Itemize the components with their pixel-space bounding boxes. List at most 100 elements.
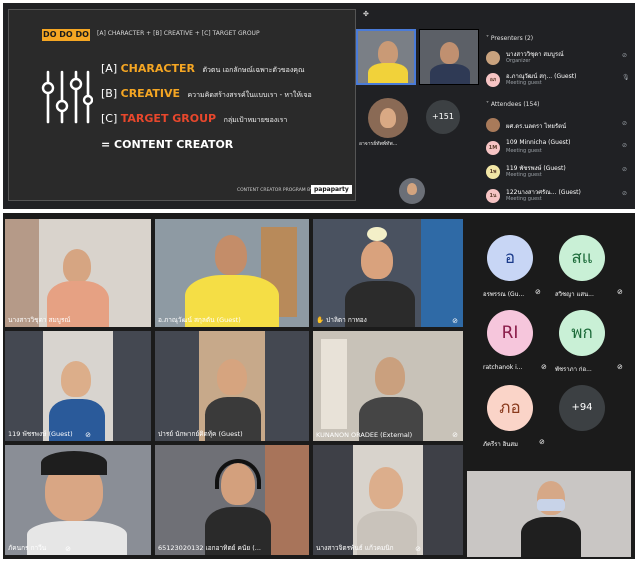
shared-slide: DO DO DO [A] CHARACTER + [B] CREATIVE + …: [8, 9, 356, 201]
avatar-initials: RI: [487, 310, 533, 356]
participant-name: ปารย์ นักพากย์คิดทุ้ค (Guest): [158, 430, 243, 438]
thumbnail-presenter-1[interactable]: [356, 29, 416, 85]
avatar-name: สวิชญา แสน...: [555, 291, 594, 298]
attendees-title: Attendees (154): [490, 101, 540, 108]
presenter-avatar: [486, 51, 500, 65]
thumbnail-presenter-2[interactable]: [419, 29, 479, 85]
attendee-name: ผศ.ดร.นลตรา ไทยรัตน์: [506, 123, 567, 130]
person-face: [369, 467, 403, 509]
avatar-name: ratchanok i...: [483, 364, 523, 371]
more-participants-top[interactable]: +151: [426, 100, 460, 134]
presenter-role: Meeting guest: [506, 80, 542, 86]
slide-footer: CONTENT CREATOR PROGRAM BY: [237, 188, 313, 193]
attendee-row-4[interactable]: 1น 122นางสาวศรัณ... (Guest) Meeting gues…: [486, 187, 634, 207]
mic-off-icon: ⊘: [415, 545, 421, 553]
avatar-tile-3[interactable]: RI ratchanok i... ⊘: [483, 310, 553, 380]
participant-name: 119 พัชรพงษ์ (Guest): [8, 430, 73, 438]
video-tile-4[interactable]: 119 พัชรพงษ์ (Guest) ⊘: [5, 331, 151, 441]
mic-off-icon: ⊘: [452, 431, 458, 439]
video-tile-5[interactable]: ปารย์ นักพากย์คิดทุ้ค (Guest): [155, 331, 309, 441]
avatar-tile-4[interactable]: พก พัชราภา ก่อ... ⊘: [555, 310, 631, 380]
video-tile-2[interactable]: อ.ภาณุวัฒน์ สกุลตัน (Guest): [155, 219, 309, 327]
video-tile-8[interactable]: 65123020132 เอกอาทิตย์ คนัย (...: [155, 445, 309, 555]
video-tile-7[interactable]: ภัคนกร กาวีน ⊘: [5, 445, 151, 555]
thumb-face: [380, 108, 396, 128]
attendee-role: Meeting guest: [506, 196, 542, 202]
attendee-row-1[interactable]: ผศ.ดร.นลตรา ไทยรัตน์ ⊘: [486, 118, 634, 136]
thumbnail-avatar-3-label: อาจารย์ทัพพ์ทัพ...: [359, 141, 398, 147]
tile-background-wall: [265, 445, 309, 555]
thumb-face: [407, 183, 417, 195]
attendee-row-2[interactable]: 1M 109 Minnicha (Guest) Meeting guest ⊘: [486, 139, 634, 159]
line-c-thai: กลุ่มเป้าหมายของเรา: [223, 116, 288, 124]
attendee-role: Meeting guest: [506, 148, 542, 154]
person-face: [375, 357, 405, 395]
line-c-word: TARGET GROUP: [120, 112, 217, 125]
line-c-key: [C]: [101, 112, 118, 125]
person-body: [521, 517, 581, 557]
avatar-initials: พก: [559, 310, 605, 356]
line-character: [A] CHARACTER ตัวตน เอกลักษณ์เฉพาะตัวของ…: [101, 62, 304, 76]
attendee-name: 109 Minnicha (Guest): [506, 139, 571, 146]
gallery-view: นางสาววิชุดา สมบูรณ์ อ.ภาณุวัฒน์ สกุลตัน…: [3, 213, 635, 559]
mic-off-icon: ⊘: [622, 166, 628, 173]
mic-off-icon: ⊘: [539, 438, 545, 446]
presenter-avatar: อภ: [486, 73, 500, 87]
mic-off-icon: ⊘: [85, 431, 91, 439]
mic-off-icon: ⊘: [452, 317, 458, 325]
avatar-tile-1[interactable]: อ อรพรรณ (Gu... ⊘: [483, 235, 553, 305]
line-creative: [B] CREATIVE ความคิดสร้างสรรค์ในแบบเรา -…: [101, 87, 312, 101]
avatar-tile-5[interactable]: ภอ ภัครีรา อินสม ⊘: [483, 385, 553, 455]
self-view-tile[interactable]: [467, 471, 631, 557]
attendee-avatar: 1น: [486, 189, 500, 203]
tile-background-curtain: [421, 219, 463, 327]
video-tile-6[interactable]: KUNANON ORADEE (External) ⊘: [313, 331, 463, 441]
tile-background-curtain: [321, 339, 347, 429]
avatar-initials: ภอ: [487, 385, 533, 431]
face-mask: [537, 499, 565, 511]
presenter-row-2[interactable]: อภ อ.ภาณุวัฒน์ สกุ... (Guest) Meeting gu…: [486, 71, 634, 91]
participant-name: นางสาวจิตรพันธ์ แก้วคมนิก: [316, 544, 394, 552]
line-a-word: CHARACTER: [120, 62, 195, 75]
participant-name: ภัคนกร กาวีน: [8, 544, 47, 552]
video-tile-1[interactable]: นางสาววิชุดา สมบูรณ์: [5, 219, 151, 327]
participant-name-text: ปาลิตา กาทอง: [326, 316, 367, 324]
video-tile-3[interactable]: ✋ ปาลิตา กาทอง ⊘: [313, 219, 463, 327]
slide-formula: = CONTENT CREATOR: [101, 138, 234, 151]
participant-name: 65123020132 เอกอาทิตย์ คนัย (...: [158, 544, 261, 552]
presenters-heading[interactable]: ˅ Presenters (2): [486, 35, 533, 42]
slide-header: [A] CHARACTER + [B] CREATIVE + [C] TARGE…: [97, 30, 260, 37]
person-hair: [41, 451, 107, 475]
participant-name: KUNANON ORADEE (External): [316, 431, 413, 439]
attendees-heading[interactable]: ˅ Attendees (154): [486, 101, 539, 108]
mic-off-icon: ⊘: [622, 142, 628, 149]
attendee-avatar: 1พ: [486, 165, 500, 179]
more-participants-bottom[interactable]: +94: [559, 385, 605, 431]
avatar-initials: อ: [487, 235, 533, 281]
thumbnail-avatar-3[interactable]: [368, 98, 408, 138]
presenter-row-1[interactable]: นางสาววิชุดา สมบูรณ์ Organizer ⊘: [486, 49, 634, 69]
video-tile-9[interactable]: นางสาวจิตรพันธ์ แก้วคมนิก ⊘: [313, 445, 463, 555]
person-face: [361, 241, 393, 279]
person-face: [217, 359, 247, 395]
mic-off-icon: ⊘: [541, 363, 547, 371]
participant-name: นางสาววิชุดา สมบูรณ์: [8, 316, 71, 324]
mic-off-icon: ⊘: [622, 120, 628, 127]
avatar-initials: สแ: [559, 235, 605, 281]
slide-logo: DO DO DO: [42, 29, 90, 41]
line-a-key: [A]: [101, 62, 118, 75]
thumb-body: [430, 64, 470, 84]
presentation-meeting-window: DO DO DO [A] CHARACTER + [B] CREATIVE + …: [3, 3, 635, 209]
thumb-face: [440, 42, 459, 64]
tile-background-panel: [5, 219, 39, 327]
avatar-name: ภัครีรา อินสม: [483, 441, 519, 448]
presenters-title: Presenters (2): [490, 35, 534, 42]
self-view-thumbnail[interactable]: [399, 178, 425, 204]
thumb-body: [368, 63, 408, 83]
avatar-tile-2[interactable]: สแ สวิชญา แสน... ⊘: [555, 235, 631, 305]
attendee-avatar: 1M: [486, 141, 500, 155]
attendee-row-3[interactable]: 1พ 119 พัชรพงษ์ (Guest) Meeting guest ⊘: [486, 163, 634, 183]
participant-name: อ.ภาณุวัฒน์ สกุลตัน (Guest): [158, 316, 241, 324]
line-b-thai: ความคิดสร้างสรรค์ในแบบเรา - หาให้เจอ: [187, 91, 312, 99]
pin-icon[interactable]: ✤: [363, 10, 369, 18]
